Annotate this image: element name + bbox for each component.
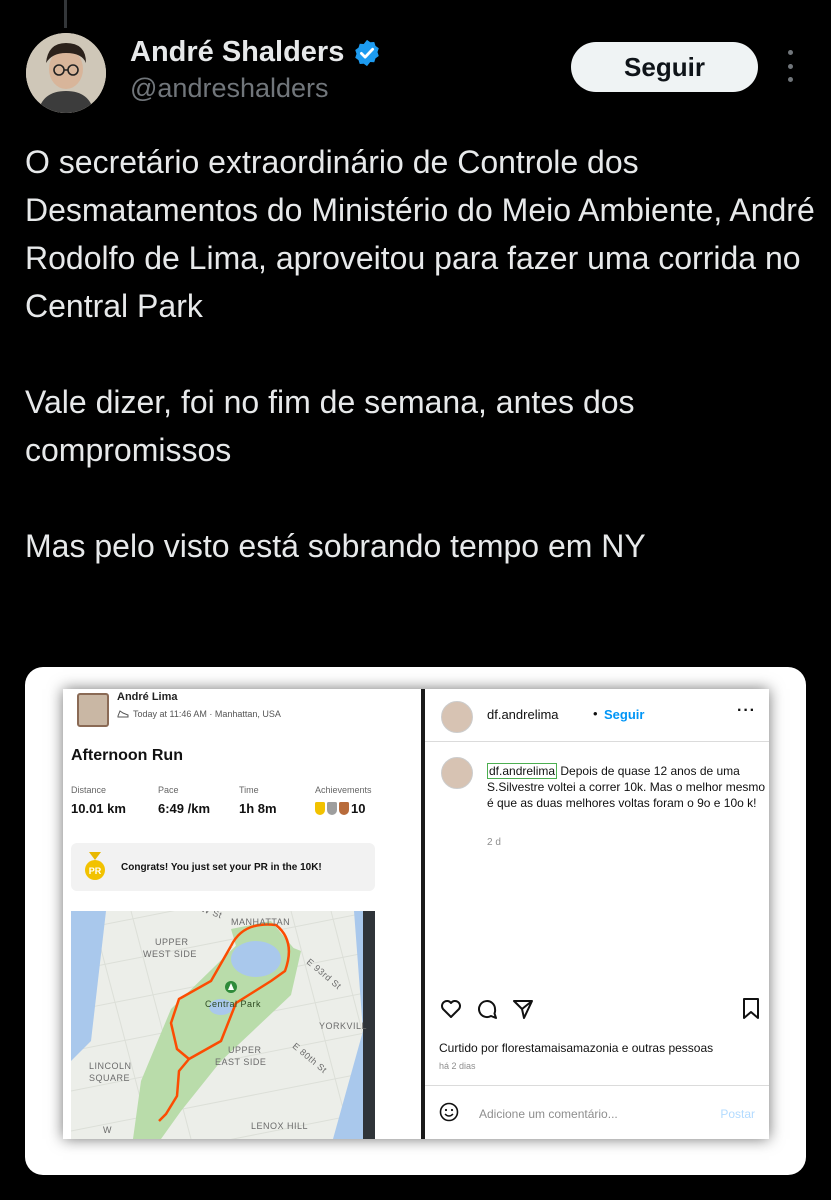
map-label: UPPER [155, 937, 189, 947]
route-map[interactable]: MANHATTAN UPPER WEST SIDE Central Park Y… [71, 911, 375, 1139]
emoji-icon[interactable] [439, 1102, 459, 1122]
tweet-media-card[interactable]: André Lima Today at 11:46 AM · Manhattan… [25, 667, 806, 1175]
more-dot [787, 63, 793, 69]
comment-icon[interactable] [475, 997, 499, 1021]
stat-value: 6:49 /km [158, 801, 211, 816]
map-label: SQUARE [89, 1073, 131, 1083]
map-label: Central Park [205, 999, 262, 1009]
shoe-icon [117, 710, 129, 718]
strava-athlete-name: André Lima [117, 691, 178, 703]
thread-connector-line [64, 0, 67, 28]
stat-value: 10.01 km [71, 801, 126, 816]
map-label: UPPER [228, 1045, 262, 1055]
caption-username[interactable]: df.andrelima [487, 763, 558, 779]
more-options-icon[interactable] [783, 50, 797, 82]
bronze-medal-icon [339, 802, 349, 815]
pr-badge-text: PR [89, 866, 102, 876]
instagram-follow-button[interactable]: Seguir [604, 707, 644, 722]
stat-label: Time [239, 785, 259, 795]
author-handle[interactable]: @andreshalders [130, 73, 382, 104]
stat-label: Achievements [315, 785, 372, 795]
map-label: YORKVILL [319, 1021, 368, 1031]
share-icon[interactable] [511, 997, 535, 1021]
strava-activity-subtitle: Today at 11:46 AM · Manhattan, USA [133, 709, 281, 719]
tweet-paragraph: O secretário extraordinário de Controle … [25, 144, 815, 324]
stat-distance: Distance 10.01 km [71, 785, 126, 816]
author-display-name[interactable]: André Shalders [130, 36, 344, 69]
stat-label: Pace [158, 785, 179, 795]
stat-pace: Pace 6:49 /km [158, 785, 210, 816]
bookmark-icon[interactable] [741, 997, 761, 1021]
verified-badge-icon [355, 39, 380, 66]
tweet-text: O secretário extraordinário de Controle … [25, 138, 815, 570]
more-dot [787, 50, 793, 55]
map-label: EAST SIDE [215, 1057, 267, 1067]
strava-athlete-avatar [77, 693, 109, 727]
follow-button[interactable]: Seguir [571, 42, 758, 92]
separator-dot: • [593, 706, 598, 721]
stat-achievements: Achievements 10 [315, 785, 372, 816]
author-info: André Shalders @andreshalders [130, 36, 382, 104]
instagram-avatar[interactable] [441, 701, 473, 733]
silver-medal-icon [327, 802, 337, 815]
instagram-caption: df.andrelima Depois de quase 12 anos de … [487, 763, 767, 811]
instagram-username[interactable]: df.andrelima [487, 707, 559, 722]
map-label: MANHATTAN [231, 917, 291, 927]
strava-activity-panel: André Lima Today at 11:46 AM · Manhattan… [63, 689, 420, 1139]
strava-activity-meta: Today at 11:46 AM · Manhattan, USA [117, 709, 281, 719]
instagram-action-bar [439, 997, 761, 1021]
post-comment-button[interactable]: Postar [720, 1107, 755, 1121]
attached-screenshot: André Lima Today at 11:46 AM · Manhattan… [63, 689, 769, 1139]
divider [425, 1085, 769, 1086]
achievements-count: 10 [351, 801, 366, 816]
instagram-liked-by[interactable]: Curtido por florestamaisamazonia e outra… [439, 1041, 713, 1055]
divider [425, 741, 769, 742]
strava-activity-title: Afternoon Run [71, 747, 183, 764]
map-label: W [103, 1125, 112, 1135]
stat-value: 10 [315, 801, 372, 816]
pr-message: Congrats! You just set your PR in the 10… [121, 861, 322, 873]
map-label: WEST SIDE [143, 949, 197, 959]
map-label: LINCOLN [89, 1061, 132, 1071]
caption-avatar[interactable] [441, 757, 473, 789]
tweet-paragraph: Vale dizer, foi no fim de semana, antes … [25, 384, 635, 468]
instagram-post-age: há 2 dias [439, 1061, 476, 1071]
tweet-paragraph: Mas pelo visto está sobrando tempo em NY [25, 528, 646, 564]
pr-congrats-banner: PR Congrats! You just set your PR in the… [71, 843, 375, 891]
author-avatar[interactable] [26, 33, 106, 113]
map-label: LENOX HILL [251, 1121, 309, 1131]
gold-medal-icon [315, 802, 325, 815]
stat-value: 1h 8m [239, 801, 277, 816]
comment-input[interactable]: Adicione um comentário... [479, 1107, 618, 1121]
stat-label: Distance [71, 785, 107, 795]
stat-time: Time 1h 8m [239, 785, 277, 816]
caption-time: 2 d [487, 837, 501, 848]
avatar-portrait [26, 33, 106, 113]
heart-icon[interactable] [439, 997, 463, 1021]
more-options-icon[interactable]: ··· [737, 702, 756, 720]
more-dot [787, 77, 793, 82]
instagram-post-panel: df.andrelima • Seguir ··· df.andrelima D… [425, 689, 769, 1139]
medal-icon: PR [85, 852, 105, 880]
